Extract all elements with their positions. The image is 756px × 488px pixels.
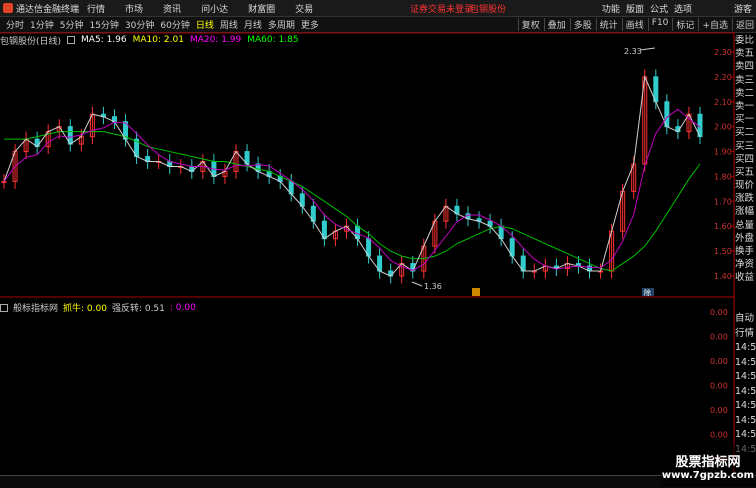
watermark: 股票指标网 www.7gpzb.com [660,445,756,487]
y-tick-label: 1.50 [714,247,732,256]
rp-auto[interactable]: 自动 [735,312,756,327]
high-price-label: 2.33 [624,47,642,56]
kline-chart[interactable]: 2.33 1.36 除 2.30 2.20 2.10 2.00 1.90 1.80 1.70… [0,0,735,475]
rp-tick-5: 14:5 [735,400,756,411]
sub-y-tick-label: 0.00 [710,333,728,342]
tool-back[interactable]: 返回 [731,18,754,31]
rp-tick-1: 14:5 [735,342,756,353]
rp-turnover: 换手 [735,246,755,257]
candle-body [1,180,7,183]
y-tick-label: 2.20 [714,73,732,82]
rp-volume: 总量 [735,219,755,231]
ma20-line [3,108,701,271]
quote-panel: 委比 卖五 卖四 卖三 卖二 卖一 买一 买二 买三 买四 买五 现价 涨跌 涨… [735,34,756,285]
y-tick-label: 1.90 [714,148,732,157]
ex-dividend-label: 除 [644,288,651,297]
price-line [3,75,701,277]
rp-change: 涨跌 [735,193,755,205]
rp-price: 现价 [735,180,755,192]
rp-sell2: 卖二 [735,87,755,99]
sub-chart-info: 般标指标网 抓牛: 0.00 强反转: 0.51 : 0.00 [0,301,196,314]
sub-y-tick-label: 0.00 [710,382,728,391]
rp-buy3: 买三 [735,140,755,152]
y-tick-label: 1.60 [714,222,732,231]
user-label[interactable]: 游客 [734,2,752,15]
rp-nav: 净资 [735,259,755,271]
event-marker-icon [472,288,480,296]
rp-buy1: 买一 [735,114,755,126]
sub-y-tick-label: 0.00 [710,406,728,415]
tick-panel: 自动 行情 14:5 14:5 14:5 14:5 14:5 14:5 14:5… [735,312,756,457]
y-tick-label: 2.10 [714,98,732,107]
rp-sell5: 卖五 [735,48,755,60]
low-price-label: 1.36 [424,282,442,291]
sub-label-1: 抓牛: 0.00 [63,304,107,314]
rp-buy4: 买四 [735,153,755,165]
rp-tick-6: 14:5 [735,414,756,426]
rp-sell3: 卖三 [735,74,755,86]
rp-profit: 收益 [735,272,755,284]
rp-pct: 涨幅 [735,206,755,218]
rp-quote: 行情 [735,327,755,339]
sub-y-tick-label: 0.00 [710,357,728,366]
sub-label-2: 强反转: 0.51 [111,304,165,314]
y-tick-label: 1.80 [714,172,732,181]
sub-label-3: : 0.00 [169,302,196,313]
rp-tick-3: 14:5 [735,371,756,382]
bottom-bar [0,475,756,488]
rp-sell4: 卖四 [735,61,755,73]
sub-y-tick-label: 0.00 [710,308,728,317]
ma60-line [4,131,701,272]
rp-sell1: 卖一 [735,100,755,112]
y-tick-label: 1.70 [714,197,732,206]
rp-outer: 外盘 [735,232,755,244]
rp-tick-4: 14:5 [735,385,756,397]
sub-chart-title: 般标指标网 [13,304,59,314]
rp-tick-7: 14:5 [735,429,756,440]
rp-ratio: 委比 [735,35,755,46]
collapse-icon-sub[interactable] [0,303,8,312]
rp-buy2: 买二 [735,127,755,139]
y-tick-label: 2.00 [714,123,732,132]
sub-y-tick-label: 0.00 [710,431,728,440]
y-tick-label: 1.40 [714,272,732,281]
rp-buy5: 买五 [735,166,755,178]
y-tick-label: 2.30 [714,48,732,57]
rp-tick-2: 14:5 [735,356,756,368]
